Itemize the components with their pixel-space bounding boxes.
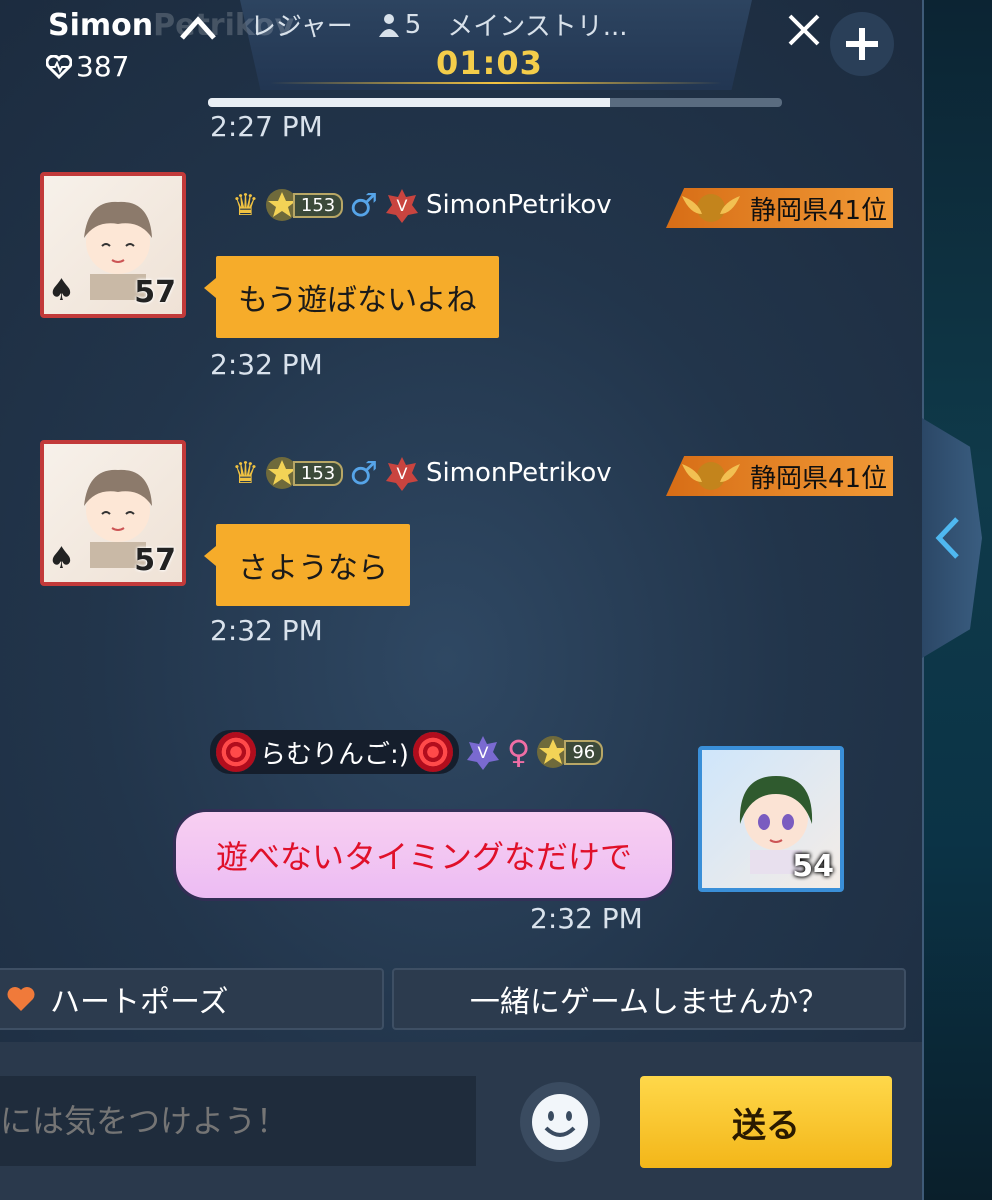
wings-icon (682, 462, 740, 490)
spade-icon: ♠ (48, 273, 75, 308)
sender-meta: ♛ 153 ♂ V SimonPetrikov (232, 454, 612, 492)
message-time: 2:32 PM (530, 902, 643, 935)
message-time: 2:27 PM (210, 110, 323, 143)
room-progress-fill (208, 98, 610, 107)
room-name: メインストリ... (447, 12, 628, 42)
sender-name: SimonPetrikov (425, 190, 612, 220)
person-icon (378, 13, 399, 37)
message-bubble[interactable]: さようなら (204, 524, 410, 606)
sender-meta: らむりんご:) V ♀ 96 (210, 730, 604, 774)
chat-input[interactable] (0, 1076, 476, 1166)
send-button[interactable]: 送る (640, 1076, 892, 1168)
sender-name: らむりんご:) (260, 739, 409, 770)
crown-icon: ♛ (232, 455, 259, 491)
chevron-left-icon (935, 517, 959, 559)
swirl-icon (412, 732, 453, 772)
prefecture-rank-badge: 静岡県41位 (666, 188, 894, 228)
quick-reply-invite[interactable]: 一緒にゲームしませんか？ (392, 968, 906, 1030)
crown-icon: ♛ (232, 187, 259, 223)
add-button[interactable] (830, 12, 894, 76)
plus-icon (846, 28, 878, 60)
vip-badge-icon: V (385, 189, 418, 223)
male-icon: ♂ (349, 454, 378, 492)
star-level-badge: 96 (536, 735, 604, 769)
message-time: 2:32 PM (210, 614, 323, 647)
room-category: レジャー (250, 12, 353, 42)
user-level: 57 (134, 543, 176, 578)
message-bubble[interactable]: 遊べないタイミングなだけで (176, 812, 672, 898)
vip-badge-icon: V (466, 736, 499, 770)
chevron-up-icon[interactable] (178, 14, 218, 42)
male-icon: ♂ (349, 186, 378, 224)
wings-icon (682, 194, 740, 222)
user-level: 54 (792, 849, 834, 884)
room-people: 5 (378, 6, 421, 43)
sender-meta: ♛ 153 ♂ V SimonPetrikov (232, 186, 612, 224)
close-button[interactable] (782, 8, 826, 52)
female-icon: ♀ (506, 733, 531, 771)
sender-name: SimonPetrikov (425, 458, 612, 488)
svg-text:V: V (396, 464, 407, 483)
message-time: 2:32 PM (210, 348, 323, 381)
message-text: 遊べないタイミングなだけで (215, 838, 632, 876)
close-icon (788, 14, 820, 46)
user-level: 57 (134, 275, 176, 310)
hearts-counter: 387 (46, 50, 129, 83)
quick-reply-heart-pose[interactable]: ハートポーズ (0, 968, 384, 1030)
emoji-button[interactable] (520, 1082, 600, 1162)
vip-badge-icon: V (385, 457, 418, 491)
smiley-icon (532, 1094, 588, 1150)
room-info: レジャー 5 メインストリ... (250, 6, 730, 43)
sender-avatar[interactable]: 54 (698, 746, 844, 892)
sender-avatar[interactable]: ♠ 57 (40, 440, 186, 586)
sender-avatar[interactable]: ♠ 57 (40, 172, 186, 318)
message-text: さようなら (238, 551, 388, 586)
heart-pulse-icon (46, 54, 72, 79)
svg-text:V: V (396, 196, 407, 215)
svg-text:V: V (477, 743, 488, 762)
quick-reply-row: ハートポーズ 一緒にゲームしませんか？ (0, 968, 906, 1030)
spade-icon: ♠ (48, 541, 75, 576)
prefecture-rank-badge: 静岡県41位 (666, 456, 894, 496)
room-progress-bar (208, 98, 782, 107)
message-bubble[interactable]: もう遊ばないよね (204, 256, 499, 338)
star-level-badge: 153 (265, 188, 344, 222)
heart-icon (7, 987, 35, 1011)
swirl-icon (216, 732, 256, 772)
sender-name-plate: らむりんご:) (210, 730, 459, 774)
message-text: もう遊ばないよね (238, 283, 477, 318)
star-level-badge: 153 (265, 456, 344, 490)
room-timer: 01:03 (436, 44, 543, 82)
